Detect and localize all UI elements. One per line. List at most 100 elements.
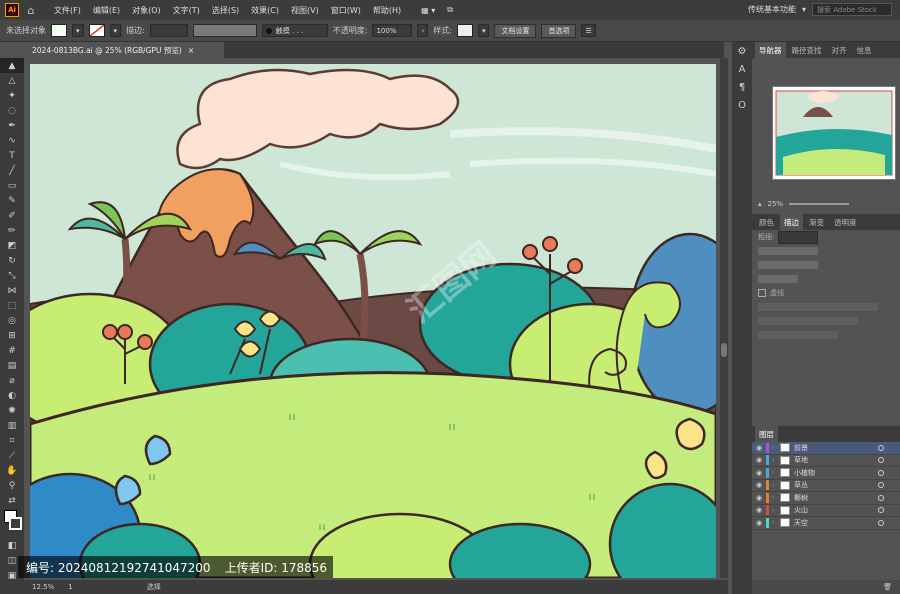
visibility-eye-icon[interactable]: ◉ xyxy=(752,494,766,502)
perspective-tool-icon[interactable]: ⊞ xyxy=(0,328,24,343)
layer-row[interactable]: ◉ › 天空 xyxy=(752,517,900,530)
opacity-chevron-icon[interactable]: › xyxy=(417,24,429,37)
selection-tool-icon[interactable]: ▲ xyxy=(0,58,24,73)
rotate-tool-icon[interactable]: ↻ xyxy=(0,253,24,268)
zoom-tool-icon[interactable]: ⚲ xyxy=(0,478,24,493)
zoom-level[interactable]: 12.5% xyxy=(32,583,54,591)
visibility-eye-icon[interactable]: ◉ xyxy=(752,506,766,514)
visibility-eye-icon[interactable]: ◉ xyxy=(752,456,766,464)
layer-row[interactable]: ◉ › 火山 xyxy=(752,505,900,517)
style-swatch[interactable] xyxy=(456,24,473,37)
stroke-weight-field[interactable] xyxy=(149,24,188,37)
type-tool-icon[interactable]: T xyxy=(0,148,24,163)
document-setup-button[interactable]: 文档设置 xyxy=(494,23,537,38)
expand-chevron-icon[interactable]: › xyxy=(772,507,780,514)
target-circle-icon[interactable] xyxy=(878,469,884,476)
canvas-area[interactable]: 汇图网 xyxy=(24,58,728,578)
artboard[interactable]: 汇图网 xyxy=(30,64,716,578)
navigator-thumbnail[interactable] xyxy=(772,86,896,180)
stroke-color-icon[interactable] xyxy=(9,517,22,530)
workspace-chevron-icon[interactable]: ▾ xyxy=(802,5,806,14)
menu-effect[interactable]: 效果(C) xyxy=(245,5,285,16)
preferences-button[interactable]: 首选项 xyxy=(541,23,577,38)
tab-transparency[interactable]: 透明度 xyxy=(830,214,861,230)
stock-search-input[interactable]: 搜索 Adobe Stock xyxy=(812,3,892,16)
close-tab-icon[interactable]: × xyxy=(188,46,194,55)
artboard-tool-icon[interactable]: ⌗ xyxy=(0,433,24,448)
curvature-tool-icon[interactable]: ∿ xyxy=(0,133,24,148)
align-stroke-options[interactable] xyxy=(752,272,900,286)
expand-chevron-icon[interactable]: › xyxy=(772,482,780,489)
stroke-weight-input[interactable] xyxy=(778,230,819,244)
target-circle-icon[interactable] xyxy=(878,507,884,514)
lasso-tool-icon[interactable]: ◌ xyxy=(0,103,24,118)
visibility-eye-icon[interactable]: ◉ xyxy=(752,519,766,527)
tab-info[interactable]: 信息 xyxy=(853,42,876,58)
arrowhead-options[interactable] xyxy=(752,314,900,328)
eraser-tool-icon[interactable]: ◩ xyxy=(0,238,24,253)
scale-tool-icon[interactable]: ⤡ xyxy=(0,268,24,283)
cap-options[interactable] xyxy=(752,244,900,258)
vertical-scrollbar[interactable] xyxy=(720,58,728,578)
zoom-out-icon[interactable]: ▴ xyxy=(758,200,762,208)
blend-tool-icon[interactable]: ◐ xyxy=(0,388,24,403)
visibility-eye-icon[interactable]: ◉ xyxy=(752,444,766,452)
target-circle-icon[interactable] xyxy=(878,444,884,451)
target-circle-icon[interactable] xyxy=(878,519,884,526)
workspace-switcher[interactable]: 传统基本功能 xyxy=(748,4,796,15)
tab-gradient[interactable]: 渐变 xyxy=(805,214,828,230)
layer-row[interactable]: ◉ › 前景 xyxy=(752,442,900,455)
expand-chevron-icon[interactable]: › xyxy=(772,519,780,526)
expand-chevron-icon[interactable]: › xyxy=(772,469,780,476)
dash-fields[interactable] xyxy=(752,300,900,314)
stroke-swatch[interactable] xyxy=(88,24,105,37)
variable-width-profile[interactable] xyxy=(192,24,257,37)
zoom-slider[interactable] xyxy=(789,203,850,205)
dashed-checkbox[interactable] xyxy=(758,289,766,297)
slice-tool-icon[interactable]: ⟋ xyxy=(0,448,24,463)
target-circle-icon[interactable] xyxy=(878,494,884,501)
layer-row[interactable]: ◉ › 椰树 xyxy=(752,492,900,505)
control-bar-menu-icon[interactable]: ☰ xyxy=(581,24,596,37)
navigator-zoom-value[interactable]: 25% xyxy=(768,200,784,208)
mesh-tool-icon[interactable]: # xyxy=(0,343,24,358)
free-transform-tool-icon[interactable]: ⬚ xyxy=(0,298,24,313)
menu-select[interactable]: 选择(S) xyxy=(206,5,245,16)
symbol-sprayer-tool-icon[interactable]: ✺ xyxy=(0,403,24,418)
expand-chevron-icon[interactable]: › xyxy=(772,457,780,464)
home-icon[interactable]: ⌂ xyxy=(24,3,38,17)
menu-help[interactable]: 帮助(H) xyxy=(367,5,407,16)
expand-chevron-icon[interactable]: › xyxy=(772,494,780,501)
width-tool-icon[interactable]: ⋈ xyxy=(0,283,24,298)
direct-select-tool-icon[interactable]: △ xyxy=(0,73,24,88)
visibility-eye-icon[interactable]: ◉ xyxy=(752,481,766,489)
pencil-tool-icon[interactable]: ✏ xyxy=(0,223,24,238)
eyedropper-tool-icon[interactable]: ⌀ xyxy=(0,373,24,388)
layer-row[interactable]: ◉ › 草地 xyxy=(752,455,900,467)
menu-type[interactable]: 文字(T) xyxy=(167,5,206,16)
fill-swatch[interactable] xyxy=(51,24,67,37)
magic-wand-tool-icon[interactable]: ✦ xyxy=(0,88,24,103)
gpu-icon[interactable]: ⧉ xyxy=(441,5,459,15)
fill-dropdown[interactable]: ▾ xyxy=(72,24,84,37)
target-circle-icon[interactable] xyxy=(878,482,884,489)
stroke-dropdown[interactable]: ▾ xyxy=(109,24,122,37)
menu-file[interactable]: 文件(F) xyxy=(48,5,87,16)
character-icon[interactable]: A xyxy=(732,60,752,78)
layer-row[interactable]: ◉ › 草丛 xyxy=(752,480,900,492)
opacity-field[interactable]: 100% xyxy=(372,24,413,37)
shape-builder-tool-icon[interactable]: ◎ xyxy=(0,313,24,328)
style-dropdown[interactable]: ▾ xyxy=(477,24,490,37)
corner-options[interactable] xyxy=(752,258,900,272)
paintbrush-tool-icon[interactable]: ✎ xyxy=(0,193,24,208)
artboard-number[interactable]: 1 xyxy=(68,583,72,591)
brush-definition[interactable]: 触摸 . . . xyxy=(261,24,328,37)
tab-layers[interactable]: 图层 xyxy=(755,426,778,442)
menu-object[interactable]: 对象(O) xyxy=(126,5,167,16)
menu-window[interactable]: 窗口(W) xyxy=(325,5,367,16)
menu-edit[interactable]: 编辑(E) xyxy=(87,5,126,16)
menu-view[interactable]: 视图(V) xyxy=(285,5,325,16)
tab-pathfinder[interactable]: 路径查找 xyxy=(788,42,826,58)
tab-stroke[interactable]: 描边 xyxy=(780,214,803,230)
document-tab[interactable]: 2024-0813BG.ai @ 25% (RGB/GPU 预览) × xyxy=(24,42,224,58)
